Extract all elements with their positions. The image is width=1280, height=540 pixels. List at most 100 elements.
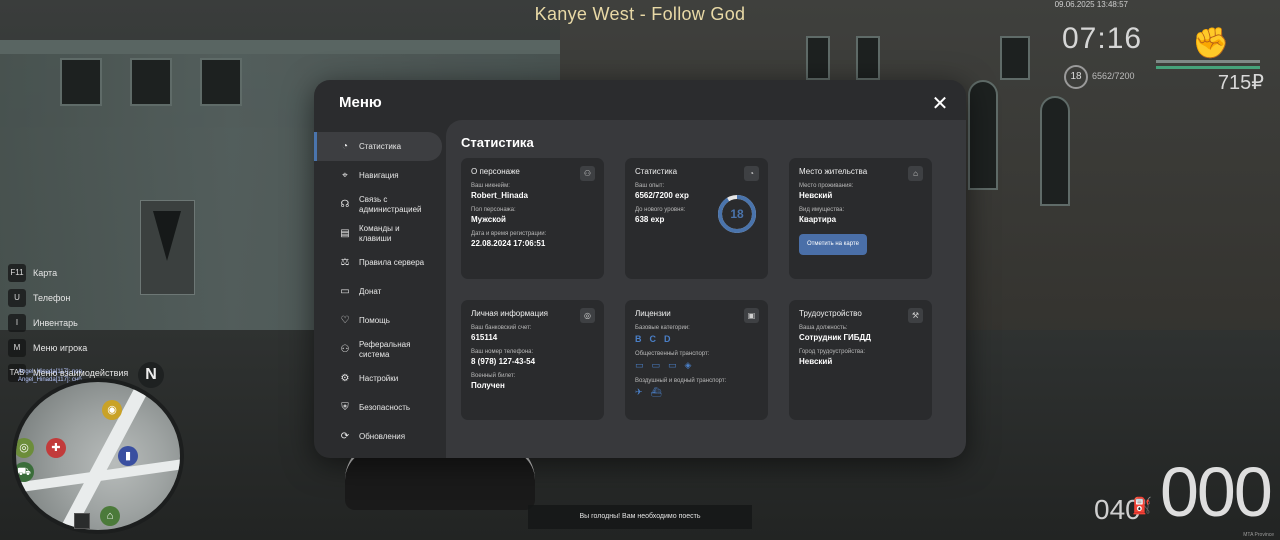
hud-money: 715₽: [1217, 72, 1264, 94]
gender-value: Мужской: [471, 215, 506, 224]
metro-icon: ◈: [684, 360, 692, 370]
window: [806, 36, 830, 80]
sidebar-item-label: Помощь: [359, 315, 390, 325]
air-water-licenses: ✈ ⛴: [635, 387, 758, 398]
chart-pie-icon: ◔: [744, 166, 759, 181]
sidebar-item-label: Связь с администрацией: [359, 194, 422, 214]
window: [130, 58, 172, 106]
field-label: Ваш банковский счет:: [471, 325, 532, 331]
license-category: B: [635, 334, 642, 344]
compass-north: N: [138, 362, 164, 388]
license-category: D: [664, 334, 671, 344]
menu-sidebar: ◔ Статистика ⌖ Навигация ☊ Связь с админист…: [314, 132, 444, 451]
headset-icon: ☊: [340, 199, 350, 210]
sidebar-item-label: Правила сервера: [359, 257, 425, 267]
military-id-value: Получен: [471, 381, 505, 390]
hotkey-label: Телефон: [33, 292, 71, 303]
phone-value: 8 (978) 127-43-54: [471, 357, 536, 366]
sidebar-item-security[interactable]: ⛨ Безопасность: [314, 393, 444, 422]
card-licenses: Лицензии ▣ Базовые категории: B C D Обще…: [625, 300, 768, 420]
hammer-icon: ⚒: [908, 308, 923, 323]
field-label: Дата и время регистрации:: [471, 231, 547, 237]
card-title: Трудоустройство: [799, 309, 862, 318]
users-icon: ⚇: [340, 344, 350, 355]
gear-icon: ⚙: [340, 373, 350, 384]
field-label: Воздушный и водный транспорт:: [635, 378, 727, 384]
hotkey-row[interactable]: I Инвентарь: [8, 310, 128, 335]
card-title: Личная информация: [471, 309, 549, 318]
card-title: Место жительства: [799, 167, 868, 176]
sidebar-item-statistics[interactable]: ◔ Статистика: [314, 132, 442, 161]
sidebar-item-updates[interactable]: ⟳ Обновления: [314, 422, 444, 451]
key-cap: I: [8, 313, 26, 332]
player-menu: Меню ✕ ◔ Статистика ⌖ Навигация ☊ Связь с а…: [314, 80, 966, 458]
boat-icon: ⛴: [650, 387, 662, 397]
page-title: Статистика: [461, 135, 534, 150]
job-position-value: Сотрудник ГИБДД: [799, 333, 871, 342]
card-personal-info: Личная информация ◎ Ваш банковский счет:…: [461, 300, 604, 420]
hotkey-label: Карта: [33, 267, 58, 278]
wallet-icon: ▭: [340, 286, 350, 297]
hospital-icon: ✚: [46, 438, 66, 458]
field-label: Военный билет:: [471, 373, 516, 379]
sidebar-item-navigation[interactable]: ⌖ Навигация: [314, 161, 444, 190]
house-icon: ⌂: [908, 166, 923, 181]
card-title: О персонаже: [471, 167, 520, 176]
speedometer: 000: [1160, 453, 1273, 531]
hotkey-row[interactable]: U Телефон: [8, 285, 128, 310]
sidebar-item-label: Обновления: [359, 431, 406, 441]
taxi-icon: ◉: [102, 400, 122, 420]
hotkey-row[interactable]: M Меню игрока: [8, 335, 128, 360]
sidebar-item-settings[interactable]: ⚙ Настройки: [314, 364, 444, 393]
field-label: Ваш опыт:: [635, 183, 665, 189]
id-card-icon: ▣: [744, 308, 759, 323]
fuel-icon: ⛽: [1132, 498, 1152, 515]
sidebar-item-referral[interactable]: ⚇ Реферальная система: [314, 335, 444, 364]
server-name: MTA Province: [1243, 532, 1274, 538]
hud-exp: 6562/7200: [1092, 71, 1135, 81]
sidebar-item-label: Настройки: [359, 373, 399, 383]
health-bar: [1156, 66, 1260, 69]
sidebar-item-label: Статистика: [359, 141, 402, 151]
user-icon: ⚇: [580, 166, 595, 181]
sidebar-item-help[interactable]: ♡ Помощь: [314, 306, 444, 335]
field-label: Общественный транспорт:: [635, 351, 710, 357]
field-label: Вид имущества:: [799, 207, 845, 213]
field-label: Базовые категории:: [635, 325, 690, 331]
sidebar-item-contact-admin[interactable]: ☊ Связь с администрацией: [314, 190, 444, 219]
sidebar-item-label: Команды и клавиши: [359, 223, 400, 243]
sidebar-item-donate[interactable]: ▭ Донат: [314, 277, 444, 306]
sidebar-item-commands[interactable]: ▤ Команды и клавиши: [314, 219, 444, 248]
license-categories: B C D: [635, 334, 758, 344]
residence-value: Невский: [799, 191, 833, 200]
navigation-icon: ⌖: [342, 170, 348, 181]
shield-icon: ⛨: [341, 402, 349, 413]
card-title: Статистика: [635, 167, 678, 176]
card-title: Лицензии: [635, 309, 671, 318]
fingerprint-icon: ◎: [580, 308, 595, 323]
level-number: 18: [730, 207, 744, 221]
door: [140, 200, 195, 295]
license-category: C: [649, 334, 657, 344]
heart-hand-icon: ♡: [340, 315, 350, 326]
refresh-icon: ⟳: [340, 431, 350, 442]
scales-icon: ⚖: [340, 257, 350, 268]
field-label: Ваш номер телефона:: [471, 349, 534, 355]
hotkey-row[interactable]: F11 Карта: [8, 260, 128, 285]
key-cap: F11: [8, 263, 26, 282]
minimap[interactable]: ◉ ✚ ◎ ⛟ ▮ ⌂: [12, 378, 184, 534]
keyboard-icon: ▤: [340, 228, 350, 239]
trolleybus-icon: ▭: [651, 360, 661, 370]
nickname-value: Robert_Hinada: [471, 191, 528, 200]
close-icon[interactable]: ✕: [930, 94, 950, 114]
chat-line: Angel_Hinada[117]: non: [18, 369, 82, 375]
hotkey-label: Меню игрока: [33, 342, 88, 353]
key-cap: U: [8, 288, 26, 307]
window: [856, 36, 880, 80]
level-progress-ring: 18: [718, 195, 756, 233]
mark-on-map-button[interactable]: Отметить на карте: [799, 234, 867, 255]
sidebar-item-label: Реферальная система: [359, 339, 411, 359]
hunger-notice: Вы голодны! Вам необходимо поесть: [528, 505, 752, 529]
field-label: Ваша должность:: [799, 325, 848, 331]
sidebar-item-rules[interactable]: ⚖ Правила сервера: [314, 248, 444, 277]
